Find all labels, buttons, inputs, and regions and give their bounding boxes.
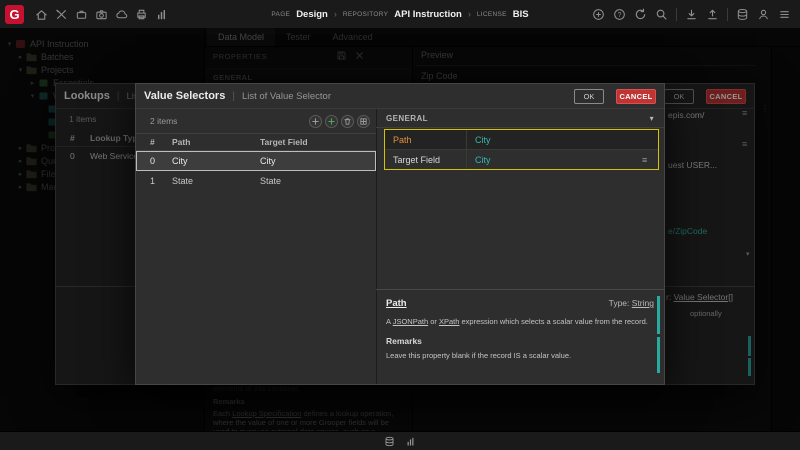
topbar-right-icons: ? — [592, 8, 800, 21]
grooper-app: G PAGE Design › REPOSITORY API Instructi… — [0, 0, 800, 450]
breadcrumb-separator-icon: › — [334, 9, 337, 19]
help-property-name[interactable]: Path — [386, 298, 407, 309]
bottom-bar — [0, 431, 800, 450]
scrollbar-thumb[interactable] — [657, 296, 660, 334]
value-selectors-dialog-header: Value Selectors | List of Value Selector… — [136, 84, 664, 109]
briefcase-icon[interactable] — [75, 8, 88, 21]
cloud-icon[interactable] — [115, 8, 128, 21]
printer-icon[interactable] — [135, 8, 148, 21]
breadcrumb-separator-icon: › — [468, 9, 471, 19]
highlighted-property-group: Path City Target Field City ≡ — [384, 129, 659, 170]
property-label: Path — [385, 130, 467, 149]
status-database-icon[interactable] — [384, 436, 395, 447]
cell-path: State — [172, 176, 260, 186]
content-area: ▾ API Instruction ▸ Batches ▾ Projects ▸… — [0, 28, 800, 432]
property-row-path[interactable]: Path City — [385, 130, 658, 150]
add-item-button[interactable] — [325, 115, 338, 128]
cell-target: City — [260, 156, 376, 166]
column-header-path: Path — [172, 137, 260, 147]
topbar-left-icons — [35, 8, 168, 21]
table-row[interactable]: 1 State State — [136, 171, 376, 191]
scrollbar-thumb[interactable] — [657, 337, 660, 373]
home-icon[interactable] — [35, 8, 48, 21]
breadcrumb: PAGE Design › REPOSITORY API Instruction… — [271, 0, 528, 28]
cell-num: 1 — [150, 176, 172, 186]
property-row-target-field[interactable]: Target Field City ≡ — [385, 150, 658, 169]
property-value-field[interactable]: City — [467, 155, 642, 165]
value-selectors-list: 2 items # Path Target Field — [136, 109, 377, 384]
upload-icon[interactable] — [706, 8, 719, 21]
status-chart-icon[interactable] — [405, 436, 416, 447]
grooper-logo[interactable]: G — [5, 5, 24, 24]
insert-item-button[interactable] — [309, 115, 322, 128]
help-property-type: Type: String — [609, 298, 654, 308]
list-toolbar: 2 items — [136, 109, 376, 133]
value-selectors-table: # Path Target Field 0 City City 1 State … — [136, 133, 376, 191]
breadcrumb-license-value[interactable]: BIS — [513, 9, 529, 20]
property-section-header[interactable]: GENERAL ▾ — [376, 109, 664, 128]
cell-path: City — [172, 156, 260, 166]
hamburger-icon[interactable]: ≡ — [642, 155, 658, 165]
remarks-label: Remarks — [386, 336, 654, 346]
search-icon[interactable] — [655, 8, 668, 21]
table-header-row: # Path Target Field — [136, 133, 376, 151]
help-description: A JSONPath or XPath expression which sel… — [386, 317, 654, 326]
svg-text:?: ? — [618, 11, 622, 18]
column-header-num: # — [150, 137, 172, 147]
property-value-field[interactable]: City — [467, 135, 642, 145]
topbar-divider — [676, 8, 677, 21]
dialog-subtitle: List of Value Selector — [242, 91, 331, 102]
cancel-button[interactable]: CANCEL — [616, 89, 656, 104]
breadcrumb-repo-value[interactable]: API Instruction — [394, 9, 462, 20]
remarks-text: Leave this property blank if the record … — [386, 351, 654, 360]
breadcrumb-page-label: PAGE — [271, 11, 290, 18]
type-link[interactable]: String — [632, 298, 654, 308]
table-row-selected[interactable]: 0 City City — [136, 151, 376, 171]
column-header-target: Target Field — [260, 137, 376, 147]
delete-item-button[interactable] — [341, 115, 354, 128]
breadcrumb-license-label: LICENSE — [477, 11, 507, 18]
bar-chart-icon[interactable] — [155, 8, 168, 21]
help-circle-icon[interactable]: ? — [613, 8, 626, 21]
xpath-link[interactable]: XPath — [439, 317, 459, 326]
property-grid: GENERAL ▾ Path City Target Field City ≡ — [376, 109, 664, 289]
add-circle-icon[interactable] — [592, 8, 605, 21]
view-options-button[interactable] — [357, 115, 370, 128]
list-toolbar-buttons — [309, 115, 370, 128]
topbar-divider — [727, 8, 728, 21]
top-bar: G PAGE Design › REPOSITORY API Instructi… — [0, 0, 800, 29]
menu-icon[interactable] — [778, 8, 791, 21]
user-icon[interactable] — [757, 8, 770, 21]
value-selectors-dialog: Value Selectors | List of Value Selector… — [135, 83, 665, 385]
jsonpath-link[interactable]: JSONPath — [393, 317, 428, 326]
database-icon[interactable] — [736, 8, 749, 21]
download-icon[interactable] — [685, 8, 698, 21]
breadcrumb-repo-label: REPOSITORY — [343, 11, 388, 18]
cell-num: 0 — [150, 156, 172, 166]
ok-button[interactable]: OK — [574, 89, 604, 104]
breadcrumb-page-value[interactable]: Design — [296, 9, 328, 20]
property-help-panel: Path Type: String A JSONPath or XPath ex… — [376, 289, 664, 384]
items-count: 2 items — [150, 116, 177, 126]
tools-icon[interactable] — [55, 8, 68, 21]
chevron-down-icon: ▾ — [650, 114, 654, 123]
dialog-title: Value Selectors — [144, 90, 225, 102]
refresh-icon[interactable] — [634, 8, 647, 21]
cell-target: State — [260, 176, 376, 186]
title-divider: | — [232, 91, 235, 102]
property-label: Target Field — [385, 150, 467, 169]
camera-icon[interactable] — [95, 8, 108, 21]
